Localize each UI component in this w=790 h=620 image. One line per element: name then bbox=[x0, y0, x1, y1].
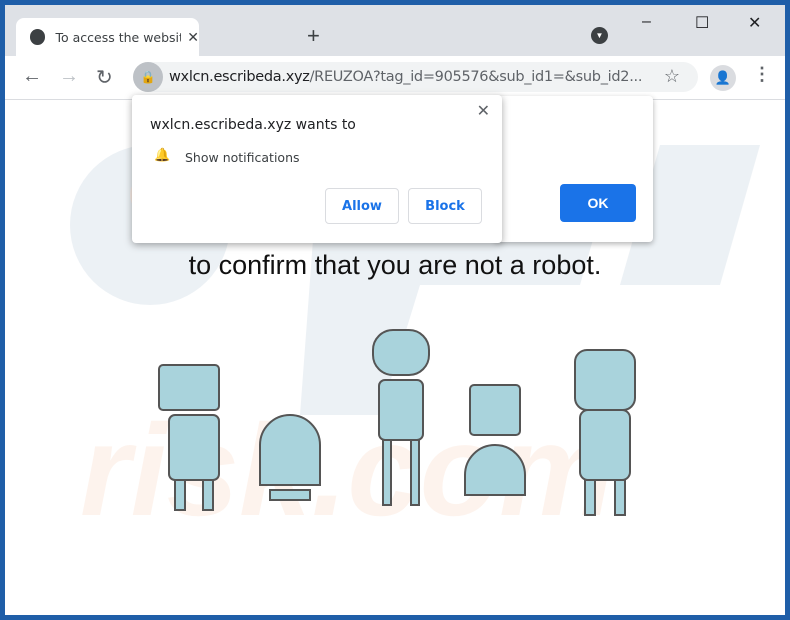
robot-3-body bbox=[378, 379, 424, 441]
robot-5-head bbox=[574, 349, 636, 411]
tab-close-icon[interactable]: ✕ bbox=[187, 29, 199, 46]
tab-title: To access the website click the "A bbox=[55, 29, 181, 45]
media-control-icon[interactable]: ▼ bbox=[591, 27, 608, 44]
active-tab[interactable]: To access the website click the "A ✕ bbox=[16, 18, 199, 56]
allow-button[interactable]: Allow bbox=[325, 188, 399, 224]
back-button[interactable]: ← bbox=[22, 65, 42, 88]
page-content: risk.com OK to confirm that you are not … bbox=[5, 95, 785, 615]
robot-3-head bbox=[372, 329, 430, 376]
minimize-button[interactable]: – bbox=[642, 13, 651, 31]
globe-icon bbox=[30, 29, 46, 45]
permission-item: Show notifications bbox=[185, 150, 300, 165]
notification-permission-popup: wxlcn.escribeda.xyz wants to ✕ 🔔 Show no… bbox=[132, 95, 502, 243]
page-dialog: OK bbox=[495, 96, 653, 242]
robot-1-head bbox=[158, 364, 220, 411]
toolbar: ← → ↻ 🔒 wxlcn.escribeda.xyz/REUZOA?tag_i… bbox=[5, 56, 785, 100]
forward-button[interactable]: → bbox=[59, 65, 79, 88]
url-domain: wxlcn.escribeda.xyz bbox=[169, 69, 310, 85]
permission-title: wxlcn.escribeda.xyz wants to bbox=[150, 117, 356, 133]
bell-icon: 🔔 bbox=[154, 148, 171, 163]
profile-avatar-icon[interactable]: 👤 bbox=[710, 65, 736, 91]
close-window-button[interactable]: ✕ bbox=[748, 13, 761, 33]
robot-4-body bbox=[464, 444, 526, 496]
robot-2 bbox=[259, 414, 321, 486]
new-tab-button[interactable]: + bbox=[307, 23, 320, 49]
url-path: /REUZOA?tag_id=905576&sub_id1=&sub_id2..… bbox=[309, 69, 643, 85]
maximize-button[interactable]: ☐ bbox=[695, 13, 709, 33]
reload-button[interactable]: ↻ bbox=[96, 65, 113, 90]
browser-window: To access the website click the "A ✕ + ▼… bbox=[5, 5, 785, 615]
menu-icon[interactable]: ⋮ bbox=[753, 64, 771, 85]
permission-close-icon[interactable]: ✕ bbox=[477, 101, 490, 120]
robots-illustration bbox=[158, 329, 636, 516]
robot-4-head bbox=[469, 384, 521, 436]
headline: to confirm that you are not a robot. bbox=[188, 250, 602, 280]
robot-5-body bbox=[579, 409, 631, 481]
robot-1-body bbox=[168, 414, 220, 481]
block-button[interactable]: Block bbox=[408, 188, 482, 224]
lock-icon[interactable]: 🔒 bbox=[133, 62, 163, 92]
bookmark-star-icon[interactable]: ☆ bbox=[664, 66, 680, 87]
ok-button[interactable]: OK bbox=[560, 184, 636, 222]
address-bar[interactable]: 🔒 wxlcn.escribeda.xyz/REUZOA?tag_id=9055… bbox=[133, 62, 698, 92]
tab-bar: To access the website click the "A ✕ + ▼… bbox=[5, 5, 785, 56]
